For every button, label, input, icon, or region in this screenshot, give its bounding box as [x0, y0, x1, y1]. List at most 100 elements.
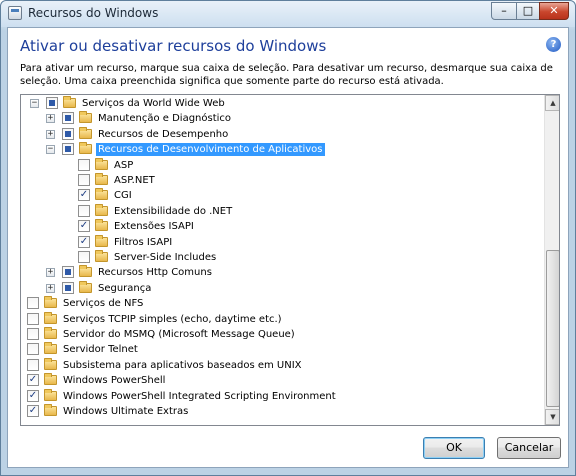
feature-checkbox[interactable] — [78, 174, 90, 186]
feature-checkbox[interactable] — [62, 282, 74, 294]
folder-icon — [95, 204, 108, 216]
expand-icon[interactable]: + — [46, 114, 55, 123]
feature-checkbox[interactable] — [62, 112, 74, 124]
collapse-icon[interactable]: − — [30, 99, 39, 108]
tree-item[interactable]: − Serviços da World Wide Web — [21, 96, 541, 111]
tree-item[interactable]: +Servidor do MSMQ (Microsoft Message Que… — [21, 327, 541, 342]
folder-icon — [44, 373, 57, 385]
tree-item[interactable]: +Serviços de NFS — [21, 296, 541, 311]
folder-icon — [95, 173, 108, 185]
window-app-icon — [8, 6, 22, 20]
tree-item-label: Windows PowerShell Integrated Scripting … — [63, 391, 336, 402]
tree-item-label: Serviços de NFS — [63, 298, 144, 309]
windows-features-dialog: Recursos do Windows – □ ✕ Ativar ou desa… — [0, 0, 576, 476]
scroll-thumb[interactable] — [546, 250, 559, 407]
tree-item[interactable]: ✓ Windows Ultimate Extras — [21, 404, 541, 419]
tree-item-label: Server-Side Includes — [114, 252, 217, 263]
folder-icon — [44, 296, 57, 308]
tree-item[interactable]: Extensibilidade do .NET — [21, 204, 541, 219]
folder-icon — [79, 265, 92, 277]
tree-item-label: Manutenção e Diagnóstico — [98, 113, 232, 124]
feature-checkbox[interactable] — [27, 359, 39, 371]
minimize-button[interactable]: – — [491, 2, 517, 20]
tree-item[interactable]: Subsistema para aplicativos baseados em … — [21, 358, 541, 373]
tree-item[interactable]: Server-Side Includes — [21, 250, 541, 265]
feature-checkbox[interactable] — [62, 128, 74, 140]
scroll-down-button[interactable]: ▼ — [545, 409, 559, 425]
tree-item-label: Servidor Telnet — [63, 344, 138, 355]
tree-item-label: Extensibilidade do .NET — [114, 206, 233, 217]
tree-item[interactable]: ✓ Extensões ISAPI — [21, 219, 541, 234]
tree-item-label: Servidor do MSMQ (Microsoft Message Queu… — [63, 329, 295, 340]
feature-checkbox[interactable]: ✓ — [27, 390, 39, 402]
tree-item[interactable]: − Recursos de Desenvolvimento de Aplicati… — [21, 142, 541, 157]
tree-item-label: ASP — [114, 160, 134, 171]
feature-checkbox[interactable] — [27, 343, 39, 355]
folder-icon — [95, 235, 108, 247]
tree-item[interactable]: + Recursos de Desempenho — [21, 127, 541, 142]
folder-icon — [79, 127, 92, 139]
cancel-button[interactable]: Cancelar — [497, 437, 561, 459]
feature-checkbox[interactable]: ✓ — [27, 405, 39, 417]
page-title: Ativar ou desativar recursos do Windows — [20, 37, 327, 55]
tree-item-label: Filtros ISAPI — [114, 237, 173, 248]
feature-checkbox[interactable]: ✓ — [78, 236, 90, 248]
instructions-text: Para ativar um recurso, marque sua caixa… — [20, 63, 553, 87]
folder-icon — [95, 250, 108, 262]
feature-checkbox[interactable] — [78, 205, 90, 217]
feature-checkbox[interactable] — [27, 297, 39, 309]
expand-icon[interactable]: + — [46, 130, 55, 139]
feature-checkbox[interactable] — [78, 159, 90, 171]
tree-item[interactable]: + Segurança — [21, 281, 541, 296]
feature-checkbox[interactable] — [62, 143, 74, 155]
feature-checkbox[interactable] — [27, 313, 39, 325]
tree-item[interactable]: ASP.NET — [21, 173, 541, 188]
tree-item[interactable]: + Recursos Http Comuns — [21, 265, 541, 280]
folder-icon — [95, 158, 108, 170]
tree-item[interactable]: ✓ Filtros ISAPI — [21, 235, 541, 250]
tree-item-label: Recursos de Desenvolvimento de Aplicativ… — [96, 143, 325, 156]
help-icon[interactable]: ? — [546, 37, 561, 52]
folder-icon — [95, 219, 108, 231]
tree-item-label: Segurança — [98, 283, 152, 294]
tree-item[interactable]: + Manutenção e Diagnóstico — [21, 111, 541, 126]
feature-checkbox[interactable] — [27, 328, 39, 340]
feature-checkbox[interactable]: ✓ — [78, 220, 90, 232]
folder-icon — [44, 327, 57, 339]
vertical-scrollbar[interactable]: ▲ ▼ — [544, 95, 559, 425]
feature-checkbox[interactable] — [62, 266, 74, 278]
tree-item[interactable]: ✓ Windows PowerShell Integrated Scripting… — [21, 389, 541, 404]
tree-item-label: Windows PowerShell — [63, 375, 166, 386]
ok-button[interactable]: OK — [423, 437, 485, 459]
scroll-up-button[interactable]: ▲ — [545, 95, 559, 111]
folder-icon — [44, 404, 57, 416]
close-button[interactable]: ✕ — [539, 2, 569, 20]
tree-item[interactable]: Servidor Telnet — [21, 342, 541, 357]
feature-checkbox[interactable]: ✓ — [78, 189, 90, 201]
tree-item[interactable]: Serviços TCPIP simples (echo, daytime et… — [21, 312, 541, 327]
tree-item-label: Serviços TCPIP simples (echo, daytime et… — [63, 314, 282, 325]
folder-icon — [63, 96, 76, 108]
expand-icon[interactable]: + — [46, 268, 55, 277]
feature-checkbox[interactable]: ✓ — [27, 374, 39, 386]
expand-icon[interactable]: + — [46, 284, 55, 293]
collapse-icon[interactable]: − — [46, 145, 55, 154]
feature-checkbox[interactable] — [46, 97, 58, 109]
tree-item-label: Subsistema para aplicativos baseados em … — [63, 360, 302, 371]
folder-icon — [44, 389, 57, 401]
folder-icon — [44, 342, 57, 354]
tree-item[interactable]: ASP — [21, 158, 541, 173]
window-title: Recursos do Windows — [28, 6, 159, 20]
tree-item[interactable]: ✓ Windows PowerShell — [21, 373, 541, 388]
folder-icon — [44, 312, 57, 324]
dialog-content: Ativar ou desativar recursos do Windows … — [7, 27, 569, 468]
tree-item[interactable]: ✓ CGI — [21, 188, 541, 203]
features-tree[interactable]: − Serviços da World Wide Web + Manutenção e… — [20, 94, 560, 426]
title-bar[interactable]: Recursos do Windows – □ ✕ — [1, 1, 575, 27]
folder-icon — [44, 358, 57, 370]
tree-item-label: Extensões ISAPI — [114, 221, 194, 232]
folder-icon — [79, 142, 92, 154]
feature-checkbox[interactable] — [78, 251, 90, 263]
folder-icon — [79, 281, 92, 293]
maximize-button[interactable]: □ — [516, 2, 540, 20]
